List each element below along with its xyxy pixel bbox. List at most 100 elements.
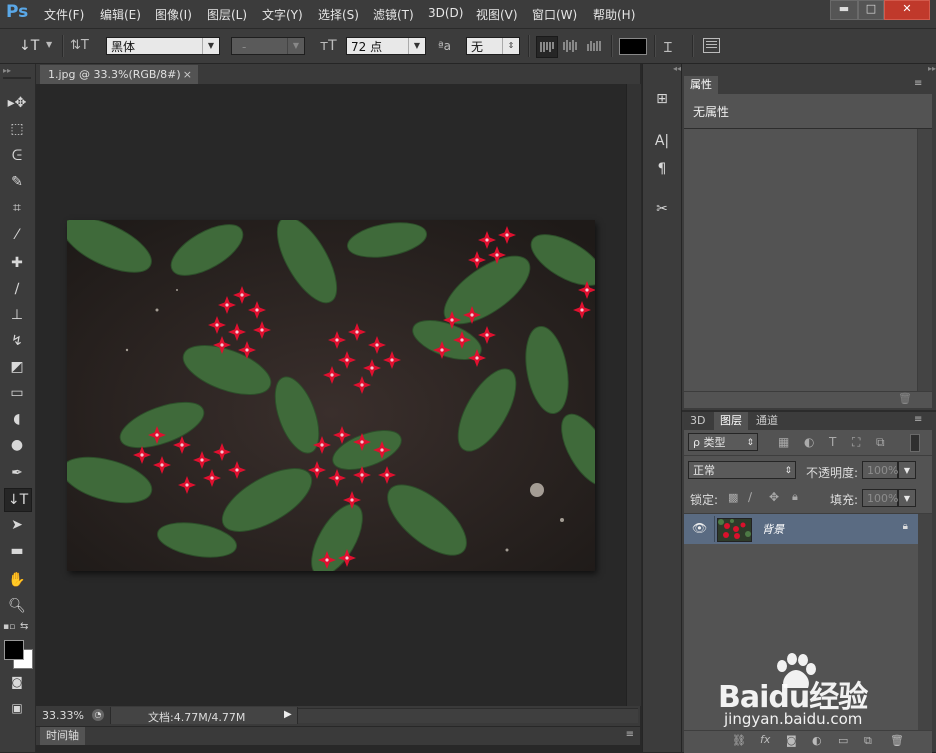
filter-adjustment-icon[interactable]: ◐ bbox=[804, 435, 814, 449]
layer-filter-select[interactable]: ρ 类型 ⇕ bbox=[688, 433, 758, 451]
canvas-area[interactable] bbox=[36, 84, 626, 706]
type-tool-preset-icon[interactable]: ↓T bbox=[19, 38, 39, 54]
tab-properties[interactable]: 属性 bbox=[684, 76, 718, 94]
lock-image-icon[interactable]: ∕ bbox=[748, 490, 752, 504]
antialias-select[interactable]: 无 ⇕ bbox=[466, 37, 520, 55]
status-menu-arrow-icon[interactable]: ▶ bbox=[284, 709, 292, 720]
horizontal-scrollbar[interactable] bbox=[298, 708, 638, 723]
close-button[interactable]: ✕ bbox=[884, 0, 930, 20]
trash-icon[interactable]: 🗑︎ bbox=[898, 392, 912, 405]
eraser-tool-icon[interactable]: ◩ bbox=[4, 356, 30, 378]
menu-view[interactable]: 视图(V) bbox=[476, 6, 518, 23]
filter-smart-object-icon[interactable]: ⧉ bbox=[876, 435, 885, 450]
new-layer-icon[interactable]: ⧉ bbox=[864, 734, 872, 748]
blend-mode-select[interactable]: 正常 ⇕ bbox=[688, 461, 796, 479]
maximize-button[interactable]: □ bbox=[858, 0, 884, 20]
character-panel-icon[interactable]: A| bbox=[649, 130, 675, 152]
filter-shape-icon[interactable]: ⛶ bbox=[852, 435, 860, 450]
menu-file[interactable]: 文件(F) bbox=[44, 6, 84, 23]
panel-menu-icon[interactable]: ≡ bbox=[914, 78, 922, 89]
text-orientation-icon[interactable]: ⇅T bbox=[70, 38, 89, 53]
crop-tool-icon[interactable]: ⌗ bbox=[4, 197, 30, 219]
quick-selection-tool-icon[interactable]: ✎ bbox=[4, 171, 30, 193]
panel-collapse-icon[interactable]: ▸▸ bbox=[682, 64, 936, 74]
align-left-button[interactable] bbox=[536, 36, 558, 58]
menu-image[interactable]: 图像(I) bbox=[155, 6, 192, 23]
panel-collapse-icon[interactable]: ◂◂ bbox=[643, 64, 681, 74]
zoom-tool-icon[interactable]: 🔍︎ bbox=[4, 595, 30, 617]
menu-select[interactable]: 选择(S) bbox=[318, 6, 359, 23]
vertical-scrollbar[interactable] bbox=[626, 84, 641, 706]
warp-text-icon[interactable]: Ɪ bbox=[664, 38, 672, 57]
properties-scrollbar[interactable] bbox=[918, 129, 932, 391]
adjustment-layer-icon[interactable]: ◐ bbox=[812, 734, 822, 747]
screen-mode-icon[interactable]: ▣ bbox=[4, 697, 30, 719]
path-selection-tool-icon[interactable]: ➤ bbox=[4, 514, 30, 536]
menu-layer[interactable]: 图层(L) bbox=[207, 6, 247, 23]
menu-edit[interactable]: 编辑(E) bbox=[100, 6, 141, 23]
history-brush-tool-icon[interactable]: ↯ bbox=[4, 330, 30, 352]
align-right-button[interactable] bbox=[584, 36, 604, 56]
filter-toggle-switch[interactable] bbox=[910, 434, 920, 452]
hand-tool-icon[interactable]: ✋ bbox=[4, 569, 30, 591]
visibility-eye-icon[interactable]: 👁︎ bbox=[692, 521, 707, 535]
marquee-tool-icon[interactable]: ⬚ bbox=[4, 118, 30, 140]
font-style-select[interactable]: - ▼ bbox=[231, 37, 305, 55]
eyedropper-tool-icon[interactable]: ⁄ bbox=[4, 224, 30, 246]
menu-3d[interactable]: 3D(D) bbox=[428, 6, 463, 20]
share-icon[interactable]: ◔ bbox=[92, 709, 104, 721]
healing-brush-tool-icon[interactable]: ✚ bbox=[4, 252, 30, 274]
layer-row-background[interactable]: 👁︎ 背景 🔒︎ bbox=[684, 514, 918, 544]
tab-channels[interactable]: 通道 bbox=[750, 412, 784, 430]
text-color-swatch[interactable] bbox=[619, 38, 647, 55]
menu-window[interactable]: 窗口(W) bbox=[532, 6, 577, 23]
tab-3d[interactable]: 3D bbox=[684, 412, 711, 430]
pen-tool-icon[interactable]: ✒ bbox=[4, 462, 30, 484]
document-tab[interactable]: 1.jpg @ 33.3%(RGB/8#) × bbox=[40, 65, 198, 84]
lasso-tool-icon[interactable]: ᕮ bbox=[4, 145, 30, 167]
tab-layers[interactable]: 图层 bbox=[714, 412, 748, 430]
panel-menu-icon[interactable]: ≡ bbox=[626, 729, 634, 740]
gradient-tool-icon[interactable]: ▭ bbox=[4, 382, 30, 404]
fill-field[interactable]: 100% bbox=[862, 489, 898, 507]
rectangle-tool-icon[interactable]: ▬ bbox=[4, 540, 30, 562]
menu-help[interactable]: 帮助(H) bbox=[593, 6, 635, 23]
font-size-select[interactable]: 72 点 ▼ bbox=[346, 37, 426, 55]
fx-icon[interactable]: fx bbox=[760, 733, 770, 746]
new-group-icon[interactable]: ▭ bbox=[838, 734, 848, 747]
type-tool-icon[interactable]: ↓T bbox=[4, 488, 32, 512]
align-center-button[interactable] bbox=[560, 36, 580, 56]
filter-pixel-icon[interactable]: ▦ bbox=[778, 435, 789, 449]
timeline-tab[interactable]: 时间轴 bbox=[40, 727, 85, 745]
lock-transparent-icon[interactable]: ▩ bbox=[728, 491, 738, 504]
layer-name[interactable]: 背景 bbox=[762, 521, 784, 537]
fill-dropdown-icon[interactable]: ▼ bbox=[898, 489, 916, 507]
swap-colors-icon[interactable]: ⇆ bbox=[20, 621, 28, 632]
menu-filter[interactable]: 滤镜(T) bbox=[373, 6, 414, 23]
panel-collapse-icon[interactable]: ▸▸ bbox=[3, 66, 11, 75]
opacity-dropdown-icon[interactable]: ▼ bbox=[898, 461, 916, 479]
foreground-color-swatch[interactable] bbox=[4, 640, 24, 660]
tool-presets-icon[interactable]: ✂ bbox=[649, 198, 675, 220]
menu-type[interactable]: 文字(Y) bbox=[262, 6, 303, 23]
lock-position-icon[interactable]: ✥ bbox=[769, 490, 779, 504]
move-tool-icon[interactable]: ▸✥ bbox=[4, 92, 30, 114]
dodge-tool-icon[interactable]: ● bbox=[4, 434, 30, 456]
character-panel-toggle-icon[interactable] bbox=[703, 38, 720, 53]
lock-all-icon[interactable]: 🔒︎ bbox=[792, 490, 798, 504]
paragraph-panel-icon[interactable]: ¶ bbox=[649, 158, 675, 180]
delete-layer-icon[interactable]: 🗑︎ bbox=[890, 734, 904, 747]
link-layers-icon[interactable]: ⛓ bbox=[732, 734, 746, 747]
font-family-select[interactable]: 黑体 ▼ bbox=[106, 37, 220, 55]
history-panel-icon[interactable]: ⊞ bbox=[649, 88, 675, 110]
brush-tool-icon[interactable]: ∕ bbox=[4, 278, 30, 300]
zoom-level[interactable]: 33.33% bbox=[42, 709, 84, 722]
panel-menu-icon[interactable]: ≡ bbox=[914, 414, 922, 425]
default-colors-icon[interactable]: ▪▫ bbox=[3, 622, 15, 632]
quick-mask-icon[interactable]: ◙ bbox=[4, 671, 30, 693]
clone-stamp-tool-icon[interactable]: ⊥ bbox=[4, 304, 30, 326]
panel-grip[interactable] bbox=[3, 77, 31, 79]
document-image[interactable] bbox=[61, 216, 613, 577]
close-tab-icon[interactable]: × bbox=[183, 65, 192, 84]
chevron-down-icon[interactable]: ▼ bbox=[46, 40, 52, 49]
